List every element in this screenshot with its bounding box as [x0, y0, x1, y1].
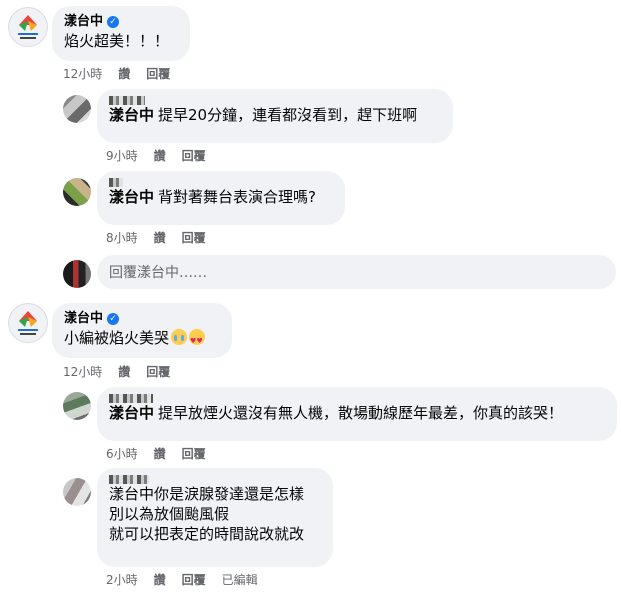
edited-label: 已編輯 [221, 573, 258, 587]
comment-bubble: 漾台中 ✓ 焰火超美！！！ [52, 6, 190, 61]
page-avatar[interactable] [8, 303, 48, 343]
reply-button[interactable]: 回覆 [182, 230, 206, 246]
reply-button[interactable]: 回覆 [182, 148, 206, 164]
mention-link[interactable]: 漾台中 [109, 188, 154, 206]
mention-link[interactable]: 漾台中 [109, 404, 154, 422]
reply-button[interactable]: 回覆 [146, 364, 170, 380]
reply-text: 漾台中 提早放煙火還沒有無人機，散場動線歷年最差，你真的該哭！ [109, 404, 564, 422]
reply-meta: 2小時 讚 回覆 已編輯 [106, 572, 258, 588]
comment-text: 焰火超美！！！ [64, 32, 170, 50]
heart-eyes-face-icon [189, 329, 206, 351]
user-avatar[interactable] [63, 178, 91, 206]
verified-badge-icon: ✓ [107, 16, 120, 28]
comment-meta: 12小時 讚 回覆 [63, 364, 170, 380]
crying-face-icon [171, 329, 188, 345]
like-button[interactable]: 讚 [154, 148, 166, 164]
user-avatar[interactable] [63, 392, 91, 420]
reply-author-redacted[interactable] [109, 394, 605, 403]
reply-time[interactable]: 8小時 [106, 230, 138, 246]
reply-meta: 9小時 讚 回覆 [106, 148, 206, 164]
reply-bubble: 漾台中 背對著舞台表演合理嗎? [97, 171, 345, 225]
reply-time[interactable]: 9小時 [106, 148, 138, 164]
reply-bubble: 漾台中 提早20分鐘，連看都沒看到，趕下班啊 [97, 89, 453, 143]
like-button[interactable]: 讚 [118, 66, 130, 82]
reply-input[interactable]: 回覆漾台中…… [97, 255, 616, 289]
reply-time[interactable]: 6小時 [106, 446, 138, 462]
comment-time[interactable]: 12小時 [63, 66, 102, 82]
comment-time[interactable]: 12小時 [63, 364, 102, 380]
comment-text: 小編被焰火美哭 [64, 328, 220, 351]
reply-text: 漾台中你是淚腺發達還是怎樣 別以為放個颱風假 就可以把表定的時間說改就改 [109, 485, 305, 543]
reply-bubble: 漾台中 提早放煙火還沒有無人機，散場動線歷年最差，你真的該哭！ [97, 387, 617, 441]
current-user-avatar [63, 260, 91, 288]
reply-button[interactable]: 回覆 [182, 572, 206, 588]
reply-author-redacted[interactable] [109, 475, 321, 484]
reply-button[interactable]: 回覆 [182, 446, 206, 462]
reply-author-redacted[interactable] [109, 96, 441, 105]
page-avatar[interactable] [8, 7, 48, 47]
user-avatar[interactable] [63, 478, 91, 506]
reply-author-redacted[interactable] [109, 178, 333, 187]
like-button[interactable]: 讚 [154, 572, 166, 588]
comment-bubble: 漾台中 ✓ 小編被焰火美哭 [52, 303, 232, 358]
like-button[interactable]: 讚 [118, 364, 130, 380]
reply-text: 漾台中 提早20分鐘，連看都沒看到，趕下班啊 [109, 106, 418, 124]
like-button[interactable]: 讚 [154, 230, 166, 246]
reply-button[interactable]: 回覆 [146, 66, 170, 82]
verified-badge-icon: ✓ [107, 313, 120, 325]
user-avatar[interactable] [63, 95, 91, 123]
comment-meta: 12小時 讚 回覆 [63, 66, 170, 82]
taichung-logo-icon [18, 311, 38, 335]
comment-author[interactable]: 漾台中 ✓ [64, 310, 220, 328]
mention-link[interactable]: 漾台中 [109, 106, 154, 124]
reply-time[interactable]: 2小時 [106, 572, 138, 588]
comment-author[interactable]: 漾台中 ✓ [64, 13, 178, 31]
like-button[interactable]: 讚 [154, 446, 166, 462]
taichung-logo-icon [18, 15, 38, 39]
reply-text: 漾台中 背對著舞台表演合理嗎? [109, 188, 316, 206]
reply-bubble: 漾台中你是淚腺發達還是怎樣 別以為放個颱風假 就可以把表定的時間說改就改 [97, 468, 333, 567]
reply-meta: 6小時 讚 回覆 [106, 446, 206, 462]
reply-meta: 8小時 讚 回覆 [106, 230, 206, 246]
